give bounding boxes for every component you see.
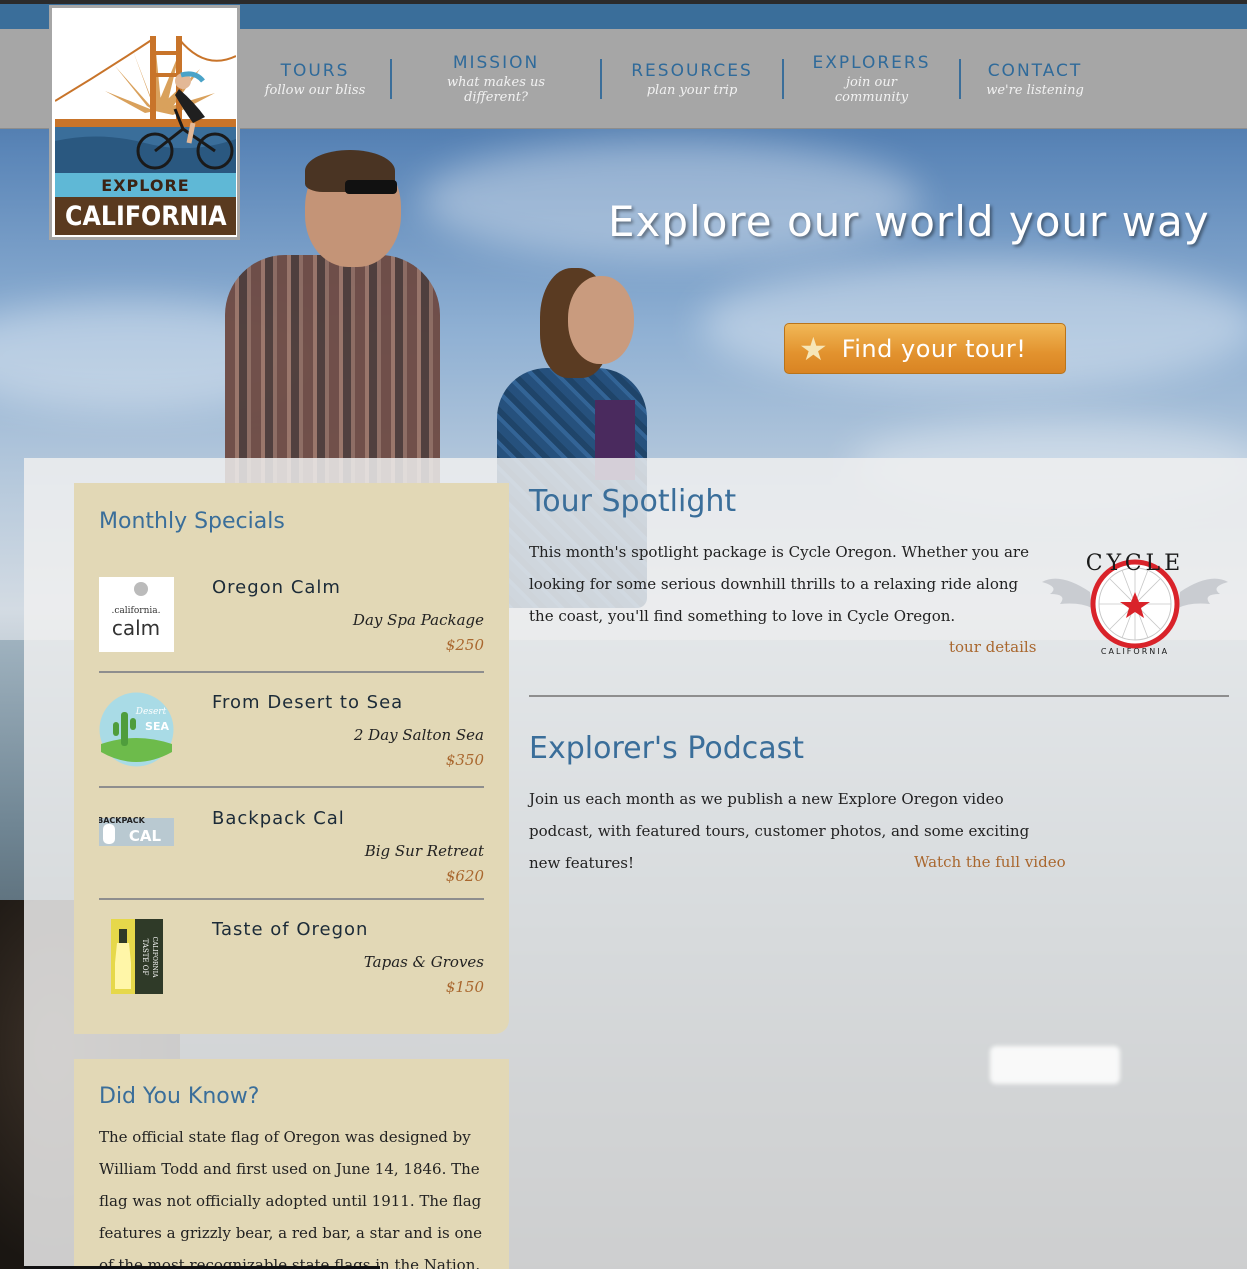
nav-item-tours[interactable]: TOURS follow our bliss [240,59,390,99]
logo-band-dark: CALIFORNIA [55,197,236,235]
specials-title: Monthly Specials [99,509,285,534]
special-name[interactable]: Backpack Cal [212,808,345,829]
nav-subtitle: we're listening [986,82,1084,98]
thumb-main-text: CAL [129,827,162,845]
special-price: $620 [445,867,484,885]
nav-title: RESOURCES [631,60,753,81]
main-nav: TOURS follow our bliss MISSION what make… [240,29,1109,129]
special-description: Day Spa Package [352,611,484,629]
special-item[interactable]: BACKPACK CAL Backpack Cal Big Sur Retrea… [97,808,484,922]
special-name[interactable]: Taste of Oregon [212,919,368,940]
site-logo[interactable]: EXPLORE CALIFORNIA [49,5,240,240]
backpack-cal-thumbnail[interactable]: BACKPACK CAL [97,808,174,883]
desert-sea-thumbnail[interactable]: Desert SEA [99,692,174,767]
nav-subtitle: join our community [834,75,909,105]
special-item[interactable]: .california. calm Oregon Calm Day Spa Pa… [99,577,484,691]
thumb-top-text: Desert [135,707,167,717]
special-name[interactable]: From Desert to Sea [212,692,403,713]
special-name[interactable]: Oregon Calm [212,577,341,598]
did-you-know-title: Did You Know? [99,1084,260,1109]
california-calm-thumbnail[interactable]: .california. calm [99,577,174,652]
find-tour-button[interactable]: ★ Find your tour! [784,323,1066,374]
logo-band: EXPLORE [55,173,236,197]
golden-gate-cyclist-illustration [55,11,236,173]
special-description: Tapas & Groves [363,953,484,971]
did-you-know-box: Did You Know? The official state flag of… [74,1059,509,1269]
image-artifact [990,1046,1120,1084]
thumb-main-text: SEA [145,720,169,733]
nav-subtitle: what makes us different? [446,75,546,105]
nav-item-resources[interactable]: RESOURCES plan your trip [600,59,782,99]
nav-title: EXPLORERS [812,53,931,73]
special-item[interactable]: TASTE OF CALIFORNIA Taste of Oregon Tapa… [99,919,484,1033]
tour-spotlight-title: Tour Spotlight [529,484,737,519]
podcast-title: Explorer's Podcast [529,731,805,766]
star-icon: ★ [799,330,828,367]
nav-subtitle: follow our bliss [264,82,366,98]
hero-headline: Explore our world your way [608,197,1210,246]
taste-of-california-thumbnail[interactable]: TASTE OF CALIFORNIA [99,919,174,994]
nav-title: TOURS [280,60,350,81]
nav-item-mission[interactable]: MISSION what makes us different? [390,53,600,105]
special-description: 2 Day Salton Sea [353,726,484,744]
thumb-top-text: BACKPACK [99,816,146,825]
watch-video-link[interactable]: Watch the full video [914,853,1066,871]
divider [99,671,484,673]
cycle-logo-bottom-text: CALIFORNIA [1101,647,1169,656]
did-you-know-text: The official state flag of Oregon was de… [99,1128,483,1269]
special-price: $350 [445,751,484,769]
cycle-california-logo: CYCLE CALIFORNIA [1040,532,1230,662]
thumb-main-text: CALIFORNIA [151,937,158,978]
nav-item-contact[interactable]: CONTACT we're listening [959,59,1109,99]
section-divider [529,695,1229,697]
monthly-specials-box: Monthly Specials .california. calm Orego… [74,483,509,1034]
logo-line1: EXPLORE [101,175,190,195]
divider [99,786,484,788]
nav-title: CONTACT [987,60,1083,81]
tour-details-link[interactable]: tour details [949,638,1036,656]
thumb-top-text: .california. [112,606,161,616]
special-description: Big Sur Retreat [364,842,484,860]
special-price: $250 [445,636,484,654]
tour-spotlight-text: This month's spotlight package is Cycle … [529,543,1029,625]
nav-item-explorers[interactable]: EXPLORERS join our community [782,53,959,105]
cycle-logo-top-text: CYCLE [1086,551,1184,576]
nav-subtitle: plan your trip [646,82,738,98]
nav-title: MISSION [452,53,540,73]
find-tour-label: Find your tour! [841,334,1027,363]
special-item[interactable]: Desert SEA From Desert to Sea 2 Day Salt… [99,692,484,806]
logo-line2: CALIFORNIA [64,200,227,232]
special-price: $150 [445,978,484,996]
thumb-main-text: calm [112,616,160,640]
thumb-top-text: TASTE OF [141,939,149,976]
divider [99,898,484,900]
